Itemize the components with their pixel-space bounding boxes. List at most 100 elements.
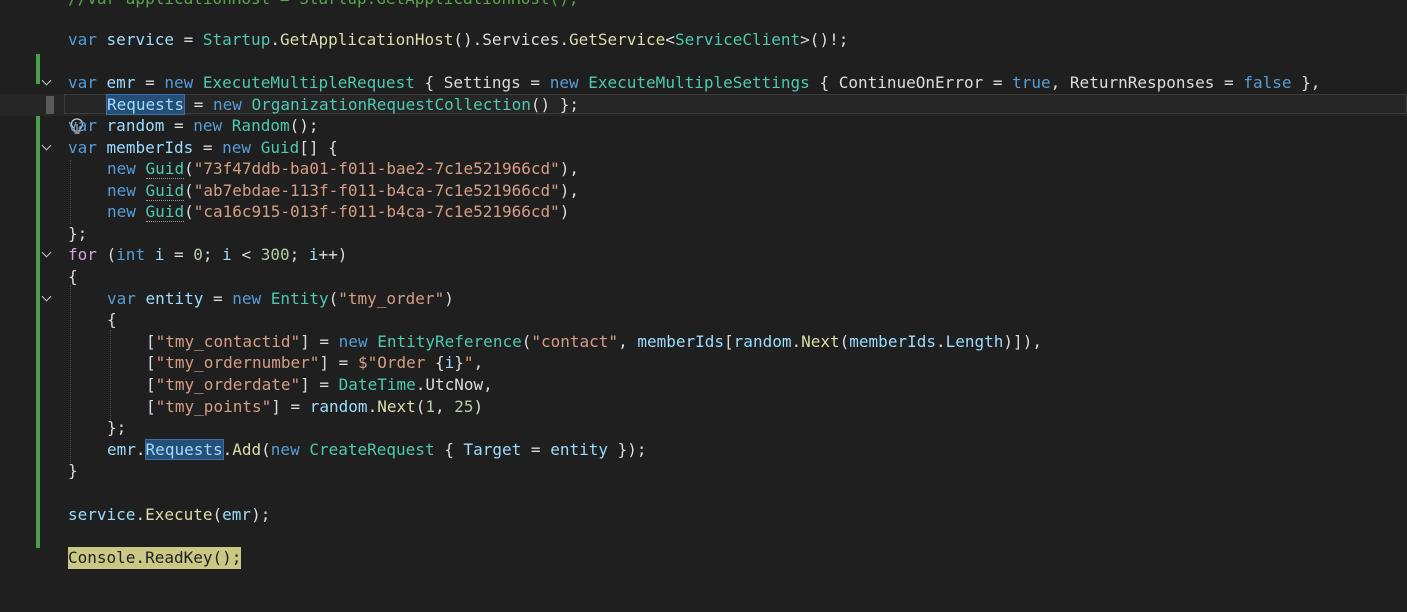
code-token: ": [463, 353, 474, 372]
code-token: new: [107, 159, 136, 178]
code-token: ),: [559, 159, 580, 178]
code-token: ;: [202, 245, 223, 264]
code-token: =: [1214, 73, 1244, 92]
code-token: (: [521, 332, 532, 351]
code-token: =: [184, 95, 213, 114]
code-token: {: [68, 267, 78, 286]
code-line[interactable]: ["tmy_orderdate"] = DateTime.UtcNow,: [0, 374, 1407, 396]
code-token: =: [173, 30, 203, 49]
code-line[interactable]: Console.ReadKey();: [0, 547, 1407, 569]
code-line[interactable]: var random = new Random();: [0, 115, 1407, 137]
code-token: =: [193, 138, 223, 157]
code-line[interactable]: var service = Startup.GetApplicationHost…: [0, 29, 1407, 51]
code-token: {: [434, 440, 464, 459]
code-editor[interactable]: //var applicationHost = Startup.GetAppli…: [0, 0, 1407, 588]
code-line[interactable]: };: [0, 223, 1407, 245]
code-line[interactable]: }: [0, 460, 1407, 482]
code-token: Next: [801, 332, 840, 351]
code-line[interactable]: emr.Requests.Add(new CreateRequest { Tar…: [0, 439, 1407, 461]
current-line[interactable]: Requests = new OrganizationRequestCollec…: [0, 94, 1407, 134]
code-token: memberIds: [849, 332, 936, 351]
code-token: Entity: [270, 289, 329, 308]
lightbulb-icon[interactable]: [10, 95, 83, 134]
code-line[interactable]: var entity = new Entity("tmy_order"): [0, 288, 1407, 310]
code-token: "tmy_contactid": [155, 332, 301, 351]
code-token: UtcNow: [425, 375, 484, 394]
code-line[interactable]: new Guid("ca16c915-013f-f011-b4ca-7c1e52…: [0, 201, 1407, 223]
chevron-down-icon[interactable]: [40, 72, 54, 94]
chevron-down-icon[interactable]: [40, 137, 54, 159]
code-comment: //var applicationHost = Startup.GetAppli…: [68, 0, 579, 10]
code-token: new: [193, 116, 223, 135]
code-token: ,: [1050, 73, 1070, 92]
code-token: (: [839, 332, 850, 351]
code-line[interactable]: {: [0, 266, 1407, 288]
code-token: true: [1012, 73, 1051, 92]
code-token: new: [232, 289, 262, 308]
code-token: service: [106, 30, 174, 49]
code-token: new: [164, 73, 194, 92]
code-line[interactable]: ["tmy_contactid"] = new EntityReference(…: [0, 331, 1407, 353]
selection-margin-marker: [46, 96, 54, 114]
code-token: "tmy_orderdate": [155, 375, 301, 394]
code-token: Execute: [145, 505, 213, 524]
code-line[interactable]: };: [0, 417, 1407, 439]
code-token: i: [308, 245, 319, 264]
code-token: ReturnResponses: [1069, 73, 1215, 92]
code-token: .: [367, 397, 378, 416]
code-token: ,: [618, 332, 638, 351]
code-line[interactable]: {: [0, 309, 1407, 331]
code-token: )]),: [1003, 332, 1042, 351]
code-token: };: [107, 418, 127, 437]
code-token: CreateRequest: [309, 440, 435, 459]
code-line[interactable]: //var applicationHost = Startup.GetAppli…: [0, 0, 1407, 10]
code-token: =: [983, 73, 1013, 92]
code-token: ;: [289, 245, 309, 264]
code-token: =: [521, 440, 551, 459]
code-token: (: [184, 181, 194, 200]
code-token: entity: [145, 289, 204, 308]
code-token: =: [203, 289, 233, 308]
code-token: 0: [193, 245, 203, 264]
code-token: service: [68, 505, 136, 524]
code-token: () };: [530, 95, 580, 114]
code-token: "ca16c915-013f-f011-b4ca-7c1e521966cd": [193, 202, 560, 221]
code-token: new: [107, 202, 136, 221]
chevron-down-icon[interactable]: [40, 288, 54, 310]
code-token: Settings: [443, 73, 521, 92]
code-token: };: [68, 224, 88, 243]
code-token: i: [222, 245, 232, 264]
code-line[interactable]: service.Execute(emr);: [0, 504, 1407, 526]
code-token: ().: [453, 30, 483, 49]
code-line[interactable]: ["tmy_points"] = random.Next(1, 25): [0, 396, 1407, 418]
code-line[interactable]: for (int i = 0; i < 300; i++): [0, 244, 1407, 266]
code-token: ] =: [271, 397, 310, 416]
code-token: ] =: [300, 332, 339, 351]
code-line[interactable]: new Guid("ab7ebdae-113f-f011-b4ca-7c1e52…: [0, 180, 1407, 202]
code-token: ] =: [300, 375, 339, 394]
code-token: }: [68, 461, 78, 480]
code-token: ,: [483, 375, 493, 394]
code-token: var: [68, 30, 97, 49]
code-line[interactable]: var memberIds = new Guid[] {: [0, 137, 1407, 159]
code-token: GetApplicationHost: [279, 30, 454, 49]
chevron-down-icon[interactable]: [40, 244, 54, 266]
code-token: (: [328, 289, 339, 308]
code-token: [: [146, 332, 156, 351]
code-line[interactable]: ["tmy_ordernumber"] = $"Order {i}",: [0, 352, 1407, 374]
code-token: "ab7ebdae-113f-f011-b4ca-7c1e521966cd": [193, 181, 560, 200]
code-token: random: [309, 397, 368, 416]
code-token: 1: [425, 397, 436, 416]
code-line[interactable]: new Guid("73f47ddb-ba01-f011-bae2-7c1e52…: [0, 158, 1407, 180]
code-token: <: [231, 245, 261, 264]
code-token: .: [415, 375, 426, 394]
code-line[interactable]: var emr = new ExecuteMultipleRequest { S…: [0, 72, 1407, 94]
code-token: Requests: [105, 94, 186, 115]
code-token: ExecuteMultipleSettings: [588, 73, 810, 92]
